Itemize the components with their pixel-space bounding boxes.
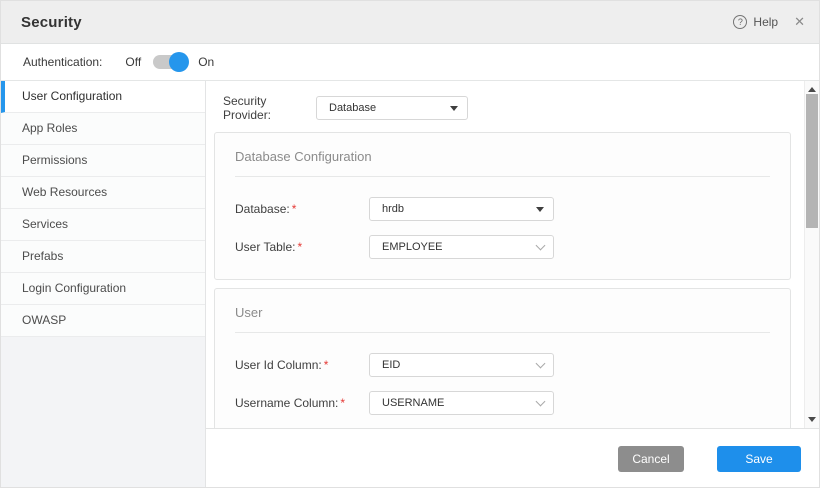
required-asterisk: *: [340, 396, 346, 410]
sidebar: User Configuration App Roles Permissions…: [1, 81, 206, 487]
close-icon[interactable]: ✕: [794, 14, 805, 30]
username-column-value: USERNAME: [382, 397, 445, 409]
authentication-label: Authentication:: [23, 55, 103, 69]
help-link[interactable]: Help: [753, 15, 778, 29]
user-table-label: User Table: *: [235, 240, 303, 254]
titlebar: Security ? Help ✕: [1, 1, 819, 44]
security-provider-value: Database: [329, 102, 377, 114]
user-id-column-select[interactable]: EID: [369, 353, 554, 377]
user-id-column-label: User Id Column: *: [235, 358, 329, 372]
user-id-column-value: EID: [382, 359, 401, 371]
chevron-down-icon: [535, 396, 546, 406]
authentication-toggle[interactable]: [153, 52, 190, 72]
username-column-select[interactable]: USERNAME: [369, 391, 554, 415]
dropdown-arrow-icon: [536, 206, 544, 212]
cancel-button[interactable]: Cancel: [618, 445, 684, 472]
username-column-field-row: Username Column: * USERNAME: [235, 391, 770, 415]
security-provider-label: Security Provider:: [223, 94, 272, 122]
scrollbar-thumb[interactable]: [806, 94, 818, 228]
vertical-scrollbar[interactable]: [804, 81, 819, 428]
database-configuration-section: Database Configuration Database: * hrdb U…: [214, 132, 791, 280]
user-section: User User Id Column: * EID Username Colum…: [214, 288, 791, 428]
toggle-knob-icon: [169, 52, 190, 72]
toggle-off-label: Off: [125, 55, 142, 69]
database-value: hrdb: [382, 203, 405, 215]
sidebar-item-owasp[interactable]: OWASP: [1, 305, 205, 337]
sidebar-item-web-resources[interactable]: Web Resources: [1, 177, 205, 209]
required-asterisk: *: [323, 358, 329, 372]
page-title: Security: [21, 13, 82, 31]
database-select[interactable]: hrdb: [369, 197, 554, 221]
user-table-field-row: User Table: * EMPLOYEE: [235, 235, 770, 259]
sidebar-item-services[interactable]: Services: [1, 209, 205, 241]
database-label: Database: *: [235, 202, 297, 216]
authentication-row: Authentication: Off On: [1, 44, 819, 81]
footer: Cancel Save: [206, 428, 819, 487]
user-table-value: EMPLOYEE: [382, 241, 443, 253]
sidebar-item-permissions[interactable]: Permissions: [1, 145, 205, 177]
sidebar-item-prefabs[interactable]: Prefabs: [1, 241, 205, 273]
chevron-down-icon: [535, 358, 546, 368]
security-dialog: Security ? Help ✕ Authentication: Off On…: [0, 0, 820, 488]
chevron-down-icon: [535, 240, 546, 250]
user-id-column-field-row: User Id Column: * EID: [235, 353, 770, 377]
toggle-on-label: On: [198, 55, 215, 69]
security-provider-select[interactable]: Database: [316, 96, 468, 120]
database-field-row: Database: * hrdb: [235, 197, 770, 221]
required-asterisk: *: [297, 240, 303, 254]
dropdown-arrow-icon: [450, 105, 458, 111]
section-title: User: [235, 305, 770, 333]
help-icon[interactable]: ?: [733, 15, 748, 29]
user-table-select[interactable]: EMPLOYEE: [369, 235, 554, 259]
sidebar-item-login-configuration[interactable]: Login Configuration: [1, 273, 205, 305]
scroll-down-arrow-icon[interactable]: [808, 417, 816, 422]
save-button[interactable]: Save: [717, 445, 801, 472]
required-asterisk: *: [291, 202, 297, 216]
sidebar-item-user-configuration[interactable]: User Configuration: [1, 81, 205, 113]
sidebar-item-app-roles[interactable]: App Roles: [1, 113, 205, 145]
scroll-up-arrow-icon[interactable]: [808, 87, 816, 92]
username-column-label: Username Column: *: [235, 396, 346, 410]
section-title: Database Configuration: [235, 149, 770, 177]
main-content: Security Provider: Database Database Con…: [206, 81, 819, 428]
